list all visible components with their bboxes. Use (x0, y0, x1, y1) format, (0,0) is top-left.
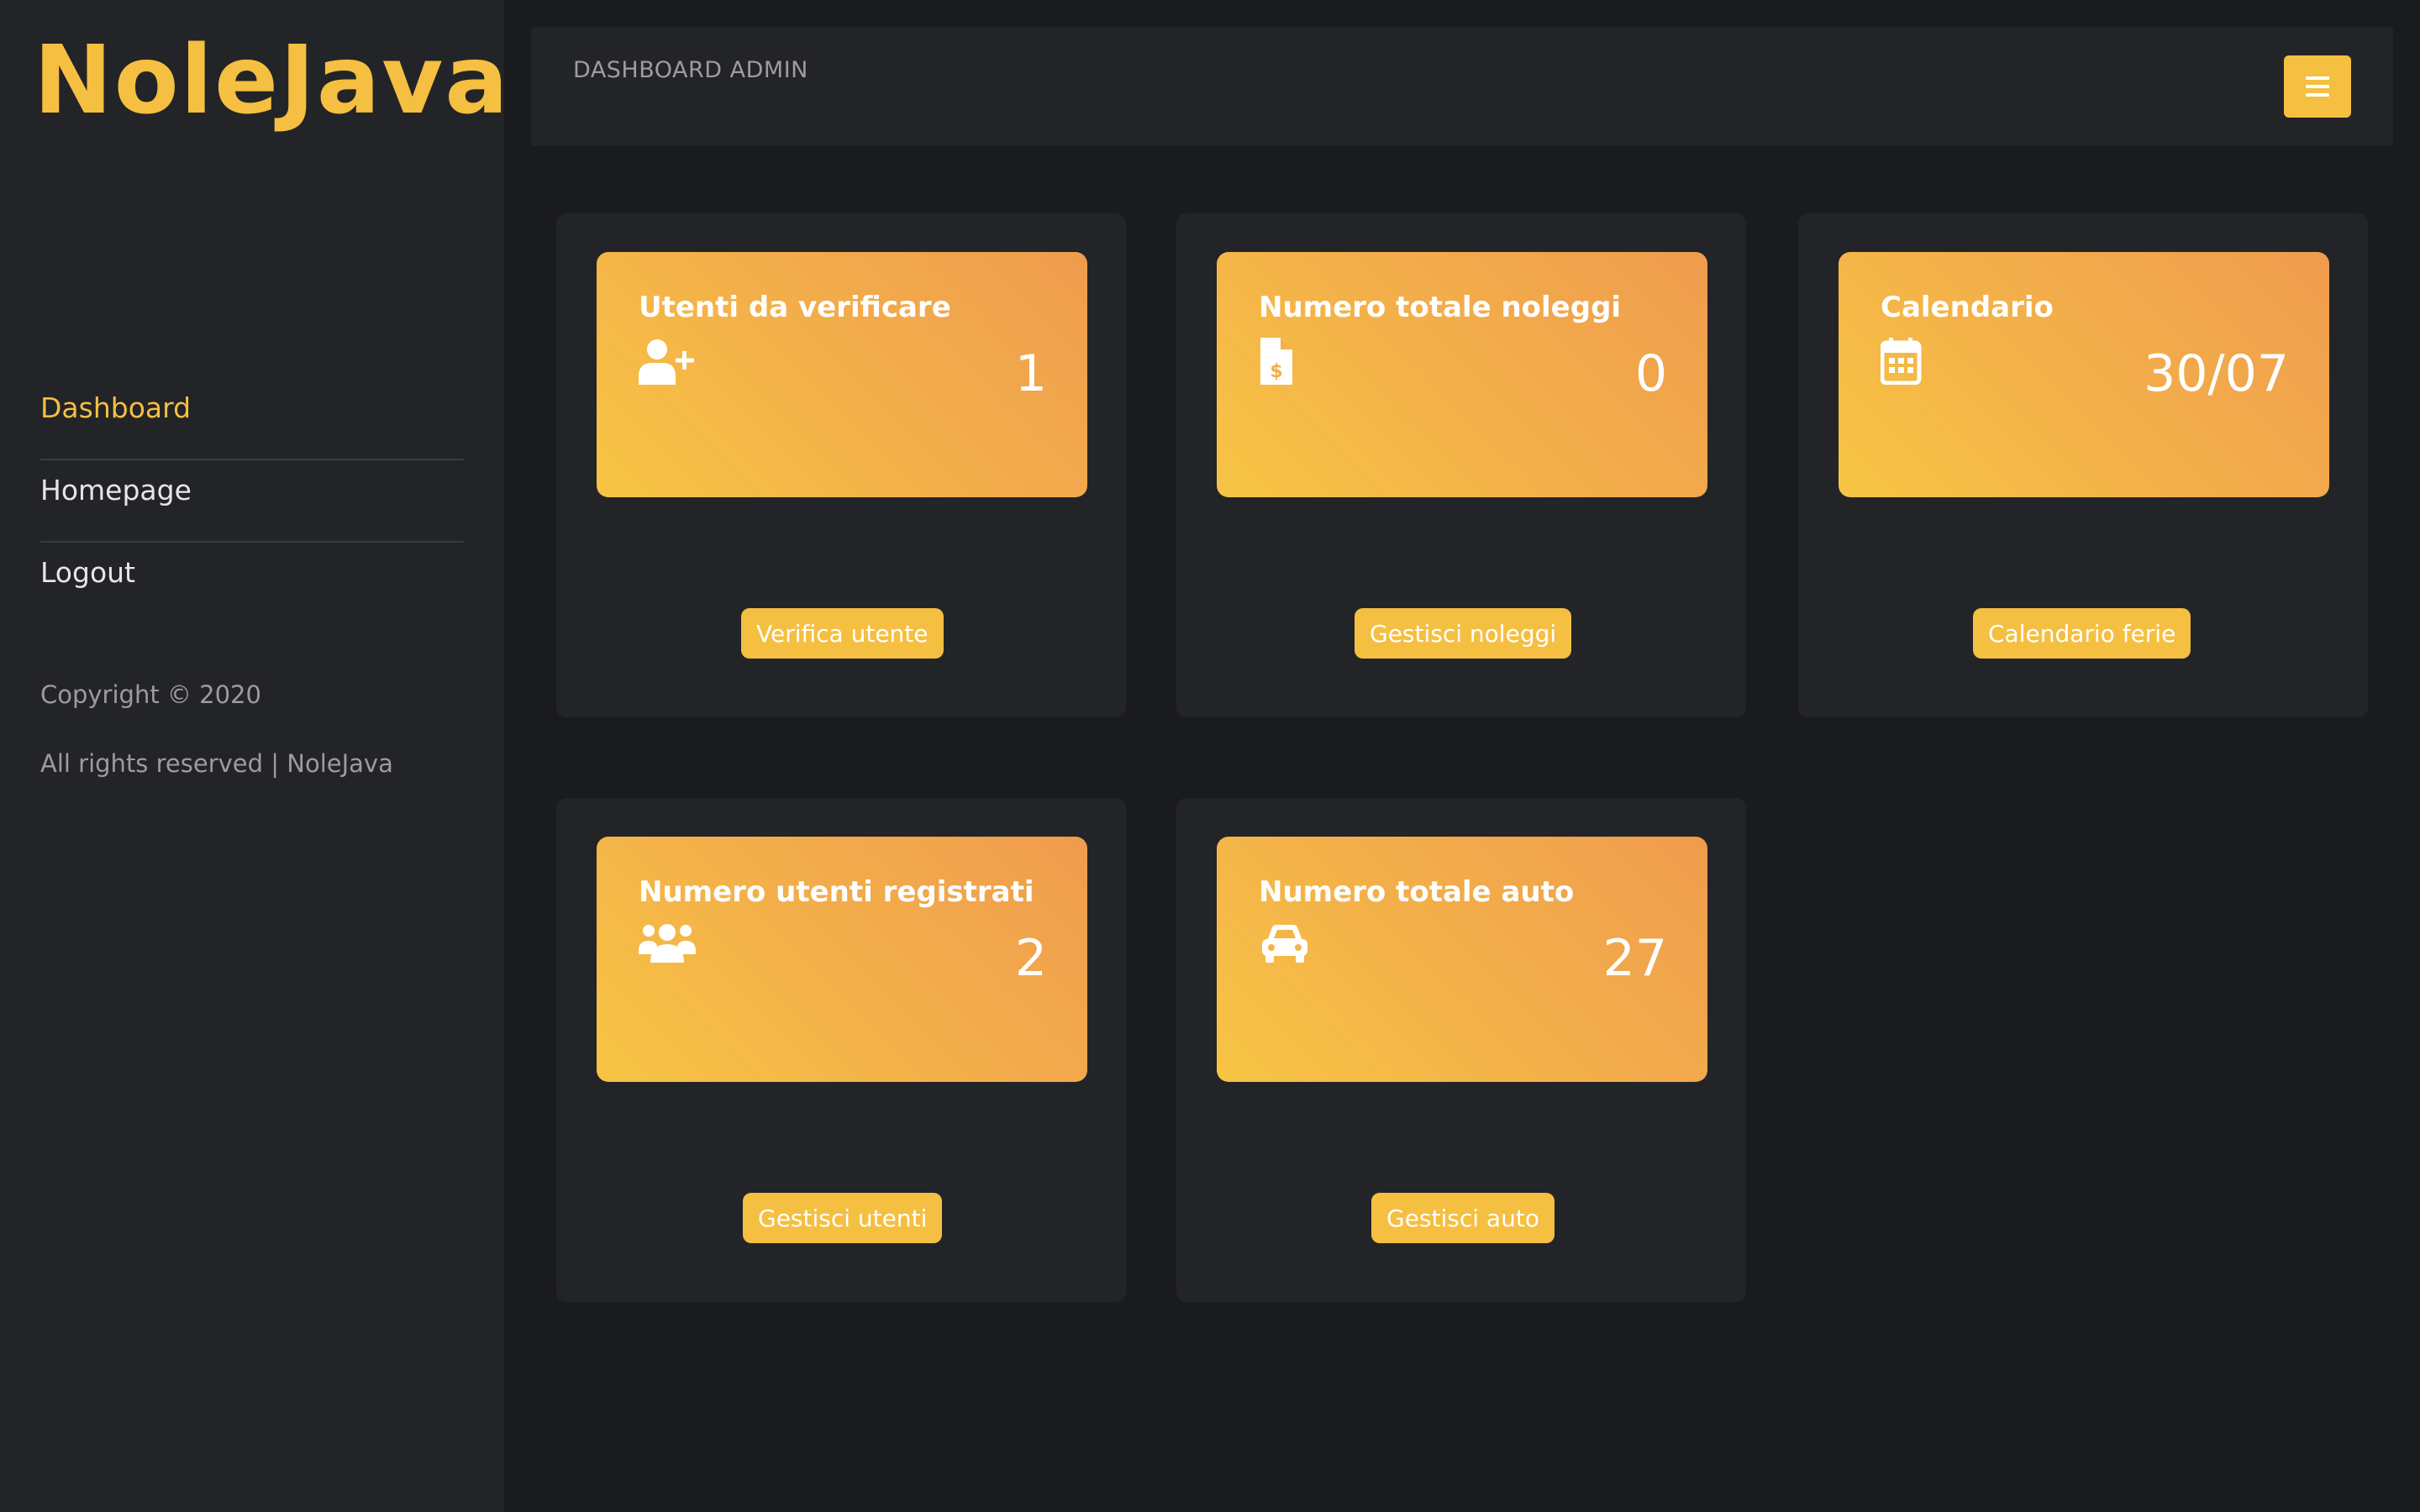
stat-panel: Numero totale noleggi $ 0 (1217, 252, 1707, 497)
holiday-calendar-button[interactable]: Calendario ferie (1973, 608, 2191, 659)
stat-panel: Calendario 30/07 (1839, 252, 2329, 497)
manage-cars-button[interactable]: Gestisci auto (1371, 1193, 1555, 1243)
stat-value: 1 (1014, 344, 1047, 403)
stat-panel: Numero totale auto 27 (1217, 837, 1707, 1082)
sidebar-nav: Dashboard Homepage Logout (40, 378, 464, 623)
stat-value: 0 (1634, 344, 1667, 403)
stat-title: Numero totale auto (1259, 875, 1575, 909)
verify-user-button[interactable]: Verifica utente (741, 608, 944, 659)
calendar-icon (1881, 338, 1922, 385)
hamburger-menu-icon (2306, 76, 2329, 97)
rights-text: All rights reserved | NoleJava (40, 749, 393, 778)
brand-logo[interactable]: NoleJava (34, 30, 510, 131)
sidebar-item-logout[interactable]: Logout (40, 543, 464, 623)
stat-title: Numero utenti registrati (639, 875, 1034, 909)
sidebar-item-homepage[interactable]: Homepage (40, 460, 464, 543)
menu-toggle-button[interactable] (2284, 55, 2351, 118)
stat-title: Calendario (1881, 291, 2054, 324)
card-calendar: Calendario 30/07 Calendario ferie (1798, 213, 2368, 717)
stat-panel: Numero utenti registrati 2 (597, 837, 1087, 1082)
card-total-cars: Numero totale auto 27 Gestisci auto (1176, 798, 1746, 1302)
manage-rentals-button[interactable]: Gestisci noleggi (1355, 608, 1572, 659)
stat-value: 30/07 (2144, 344, 2289, 403)
sidebar: NoleJava Dashboard Homepage Logout Copyr… (0, 0, 508, 1512)
page-title: DASHBOARD ADMIN (573, 57, 808, 83)
card-users-to-verify: Utenti da verificare 1 Verifica utente (556, 213, 1126, 717)
stat-title: Numero totale noleggi (1259, 291, 1622, 324)
users-icon (639, 924, 696, 963)
stat-title: Utenti da verificare (639, 291, 951, 324)
stat-panel: Utenti da verificare 1 (597, 252, 1087, 497)
top-header: DASHBOARD ADMIN (531, 27, 2393, 146)
card-total-rentals: Numero totale noleggi $ 0 Gestisci noleg… (1176, 213, 1746, 717)
sidebar-item-dashboard[interactable]: Dashboard (40, 378, 464, 460)
card-registered-users: Numero utenti registrati 2 Gestisci uten… (556, 798, 1126, 1302)
app-root: NoleJava Dashboard Homepage Logout Copyr… (0, 0, 2420, 1512)
manage-users-button[interactable]: Gestisci utenti (743, 1193, 943, 1243)
copyright-text: Copyright © 2020 (40, 680, 261, 709)
car-icon (1262, 925, 1307, 963)
user-plus-icon (639, 339, 694, 385)
stat-value: 27 (1602, 929, 1667, 988)
stat-value: 2 (1014, 929, 1047, 988)
svg-text:$: $ (1270, 361, 1282, 382)
invoice-dollar-icon: $ (1260, 338, 1292, 385)
